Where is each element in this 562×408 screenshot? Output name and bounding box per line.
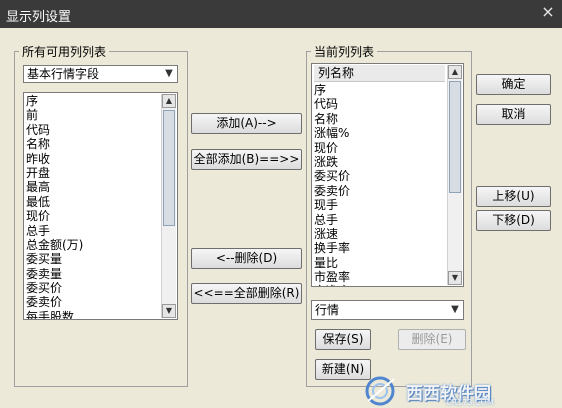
field-category-value: 基本行情字段 — [27, 67, 100, 81]
available-columns-items: 序前代码 名称 昨收 开盘 最高 最低 现价 总手 总金额(万) 委买量 委卖量 委买价 委卖价 每手股数… — [26, 94, 159, 319]
list-item[interactable]: 现手 — [314, 198, 445, 212]
scroll-thumb[interactable] — [449, 81, 461, 193]
list-item[interactable]: 代码 — [26, 123, 159, 137]
chevron-down-icon[interactable]: ▼ — [449, 304, 461, 316]
remove-column-button[interactable]: <--删除(D) — [191, 248, 302, 269]
current-columns-list[interactable]: 列名称 序代码名称涨幅%现价涨跌委买价委卖价现手总手涨速换手率量比市盈率市净率 … — [311, 63, 464, 287]
list-item[interactable]: 涨速 — [314, 227, 445, 241]
list-item[interactable]: 现价 — [26, 209, 159, 223]
list-item[interactable]: 名称 — [314, 112, 445, 126]
remove-all-columns-button[interactable]: <<==全部删除(R) — [191, 283, 302, 304]
scroll-thumb[interactable] — [163, 110, 175, 226]
current-columns-scrollbar[interactable]: ▲ ▼ — [447, 65, 462, 285]
list-item[interactable]: 开盘 — [26, 166, 159, 180]
close-icon[interactable]: × — [540, 3, 556, 21]
list-item[interactable]: 总金额(万) — [26, 238, 159, 252]
add-all-columns-button[interactable]: 全部添加(B)==>> — [191, 149, 302, 170]
add-column-button[interactable]: 添加(A)--> — [191, 113, 302, 134]
watermark-subtext: CR173.COM — [446, 398, 494, 407]
current-columns-label: 当前列列表 — [314, 45, 375, 59]
available-columns-label: 所有可用列列表 — [22, 45, 107, 59]
scroll-up-icon[interactable]: ▲ — [162, 94, 176, 108]
list-item[interactable]: 委卖量 — [26, 267, 159, 281]
list-item[interactable]: 市净率 — [314, 284, 445, 286]
list-item[interactable]: 现价 — [314, 141, 445, 155]
list-item[interactable]: 昨收 — [26, 152, 159, 166]
list-item[interactable]: 量比 — [314, 256, 445, 270]
dialog-body: 所有可用列列表 基本行情字段 ▼ 序前代码 名称 昨收 开盘 最高 最低 现价 总手 总金额(万… — [0, 28, 562, 407]
list-item[interactable]: 委买价 — [26, 281, 159, 295]
cancel-button[interactable]: 取消 — [476, 104, 551, 125]
list-item[interactable]: 最低 — [26, 195, 159, 209]
list-item[interactable]: 总手 — [314, 213, 445, 227]
list-item[interactable]: 委买价 — [314, 169, 445, 183]
list-item[interactable]: 前 — [26, 108, 159, 122]
available-columns-scrollbar[interactable]: ▲ ▼ — [161, 94, 176, 318]
list-item[interactable]: 委买量 — [26, 252, 159, 266]
delete-scheme-button[interactable]: 删除(E) — [398, 329, 466, 350]
scroll-down-icon[interactable]: ▼ — [448, 271, 462, 285]
chevron-down-icon[interactable]: ▼ — [163, 68, 175, 80]
title-bar: 显示列设置 × — [0, 0, 562, 28]
move-up-button[interactable]: 上移(U) — [476, 186, 551, 207]
site-watermark: 西西软件园 CR173.COM — [360, 374, 560, 408]
field-category-select[interactable]: 基本行情字段 ▼ — [23, 65, 178, 83]
scheme-select-value: 行情 — [315, 303, 340, 317]
list-item[interactable]: 委卖价 — [26, 295, 159, 309]
column-name-header-label: 列名称 — [318, 66, 355, 80]
current-columns-items: 序代码名称涨幅%现价涨跌委买价委卖价现手总手涨速换手率量比市盈率市净率 — [314, 83, 445, 286]
list-item[interactable]: 序 — [314, 83, 445, 97]
list-item[interactable]: 序 — [26, 94, 159, 108]
column-name-header[interactable]: 列名称 — [314, 65, 445, 82]
list-item[interactable]: 换手率 — [314, 241, 445, 255]
list-item[interactable]: 委卖价 — [314, 184, 445, 198]
list-item[interactable]: 市盈率 — [314, 270, 445, 284]
list-item[interactable]: 涨跌 — [314, 155, 445, 169]
list-item[interactable]: 涨幅% — [314, 126, 445, 140]
save-button[interactable]: 保存(S) — [315, 329, 371, 350]
scroll-up-icon[interactable]: ▲ — [448, 65, 462, 79]
available-columns-list[interactable]: 序前代码 名称 昨收 开盘 最高 最低 现价 总手 总金额(万) 委买量 委卖量 委买价 委卖价 每手股数… — [23, 92, 178, 320]
window-title: 显示列设置 — [6, 10, 72, 25]
watermark-logo-icon — [365, 376, 395, 406]
scheme-select[interactable]: 行情 ▼ — [311, 300, 464, 320]
list-item[interactable]: 每手股数 — [26, 310, 159, 319]
list-item[interactable]: 最高 — [26, 180, 159, 194]
ok-button[interactable]: 确定 — [476, 74, 551, 95]
list-item[interactable]: 代码 — [314, 97, 445, 111]
list-item[interactable]: 名称 — [26, 137, 159, 151]
scroll-down-icon[interactable]: ▼ — [162, 304, 176, 318]
move-down-button[interactable]: 下移(D) — [476, 210, 551, 231]
list-item[interactable]: 总手 — [26, 224, 159, 238]
